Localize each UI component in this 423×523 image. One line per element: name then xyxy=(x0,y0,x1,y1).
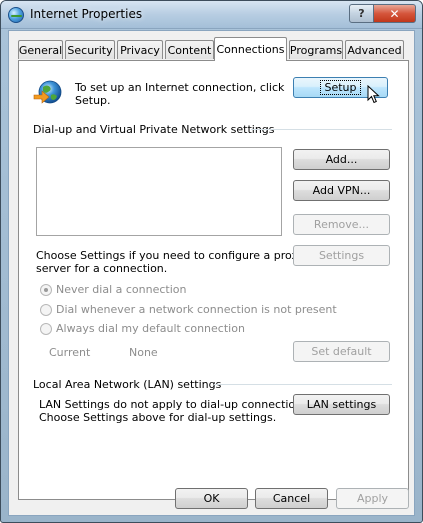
tab-general[interactable]: General xyxy=(18,40,63,59)
setup-description-line2: Setup. xyxy=(75,94,111,107)
dialup-heading-divider xyxy=(251,129,392,130)
radio-dial-whenever[interactable]: Dial whenever a network connection is no… xyxy=(40,303,337,316)
proxy-settings-line1: Choose Settings if you need to configure… xyxy=(36,249,305,262)
radio-dial-whenever-label: Dial whenever a network connection is no… xyxy=(56,303,337,316)
radio-never-dial[interactable]: Never dial a connection xyxy=(40,283,186,296)
internet-properties-window: Internet Properties ? ✕ General Security… xyxy=(0,0,423,523)
connections-listbox[interactable] xyxy=(36,147,282,236)
lan-description-line1: LAN Settings do not apply to dial-up con… xyxy=(39,398,312,411)
lan-settings-heading: Local Area Network (LAN) settings xyxy=(33,378,222,391)
cancel-button[interactable]: Cancel xyxy=(255,488,328,509)
lan-description-line2: Choose Settings above for dial-up settin… xyxy=(39,411,277,424)
apply-button[interactable]: Apply xyxy=(336,488,409,509)
lan-settings-button[interactable]: LAN settings xyxy=(293,394,390,415)
mouse-cursor-icon xyxy=(367,85,380,104)
tab-content[interactable]: Content xyxy=(165,40,214,59)
settings-button[interactable]: Settings xyxy=(293,245,390,266)
add-button[interactable]: Add... xyxy=(293,149,390,170)
radio-always-dial[interactable]: Always dial my default connection xyxy=(40,322,245,335)
current-connection-label: Current xyxy=(49,346,91,359)
lan-description: LAN Settings do not apply to dial-up con… xyxy=(39,398,311,424)
radio-indicator xyxy=(40,322,52,335)
set-default-button[interactable]: Set default xyxy=(293,341,390,362)
proxy-settings-line2: server for a connection. xyxy=(36,262,168,275)
tab-privacy[interactable]: Privacy xyxy=(117,40,163,59)
radio-always-dial-label: Always dial my default connection xyxy=(56,322,245,335)
setup-description-line1: To set up an Internet connection, click xyxy=(75,81,285,94)
setup-description: To set up an Internet connection, click … xyxy=(75,81,284,107)
dialup-vpn-heading: Dial-up and Virtual Private Network sett… xyxy=(33,123,275,136)
add-vpn-button[interactable]: Add VPN... xyxy=(293,180,390,201)
proxy-settings-description: Choose Settings if you need to configure… xyxy=(36,249,304,275)
tab-advanced[interactable]: Advanced xyxy=(345,40,404,59)
radio-indicator xyxy=(40,283,52,296)
remove-button[interactable]: Remove... xyxy=(293,214,390,235)
tab-programs[interactable]: Programs xyxy=(289,40,343,59)
tab-connections[interactable]: Connections xyxy=(214,37,287,61)
dialog-client-area: General Security Privacy Content Connect… xyxy=(8,30,415,516)
window-title: Internet Properties xyxy=(30,7,143,21)
close-button[interactable]: ✕ xyxy=(373,4,416,23)
radio-never-dial-label: Never dial a connection xyxy=(56,283,187,296)
network-globe-icon xyxy=(33,80,62,104)
setup-button-label: Setup xyxy=(320,80,361,95)
lan-heading-divider xyxy=(214,384,392,385)
title-bar[interactable]: Internet Properties ? ✕ xyxy=(1,1,422,29)
close-icon: ✕ xyxy=(389,6,400,21)
radio-indicator xyxy=(40,303,52,316)
connections-panel: To set up an Internet connection, click … xyxy=(18,60,409,500)
current-connection-value: None xyxy=(129,346,158,359)
tab-security[interactable]: Security xyxy=(65,40,115,59)
ok-button[interactable]: OK xyxy=(175,488,248,509)
internet-globe-icon xyxy=(8,7,24,23)
help-button[interactable]: ? xyxy=(349,4,374,23)
